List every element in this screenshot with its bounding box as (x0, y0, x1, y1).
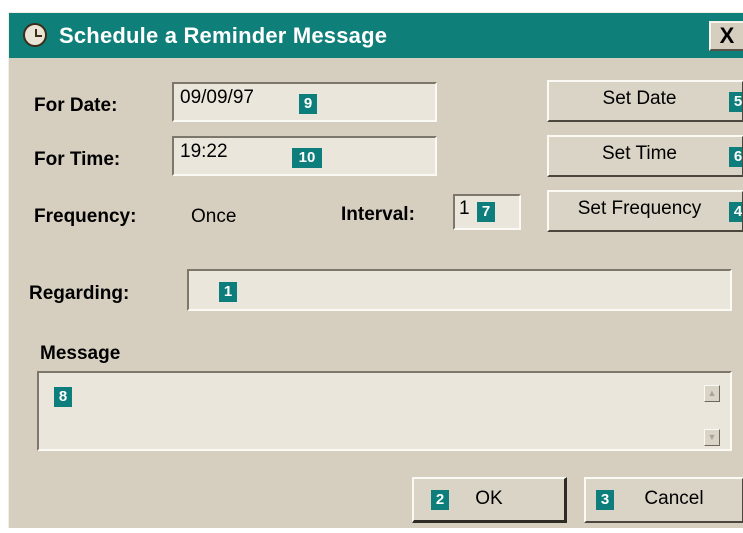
for-time-tag: 10 (292, 148, 322, 168)
regarding-label: Regarding: (29, 283, 130, 304)
dialog-title: Schedule a Reminder Message (59, 23, 388, 48)
interval-field[interactable]: 1 7 (453, 194, 521, 230)
message-tag: 8 (54, 387, 72, 407)
ok-label: OK (475, 488, 503, 509)
set-frequency-button[interactable]: Set Frequency 4 (547, 190, 743, 232)
regarding-tag: 1 (219, 282, 237, 302)
title-bar[interactable]: Schedule a Reminder Message X (9, 13, 743, 58)
cancel-label: Cancel (644, 488, 704, 509)
for-time-field[interactable]: 19:22 10 (172, 136, 437, 176)
cancel-button[interactable]: 3 Cancel (584, 477, 743, 523)
set-time-tag: 6 (729, 147, 742, 167)
cancel-tag: 3 (596, 490, 614, 510)
set-frequency-tag: 4 (729, 202, 742, 222)
reminder-dialog: Schedule a Reminder Message X For Date: … (8, 12, 743, 528)
set-time-label: Set Time (602, 143, 677, 164)
close-icon: X (719, 23, 735, 48)
set-frequency-label: Set Frequency (577, 198, 702, 219)
message-textarea[interactable]: 8 ▲ ▼ (37, 371, 732, 451)
scroll-up-icon[interactable]: ▲ (704, 385, 720, 402)
regarding-field[interactable]: 1 (187, 269, 732, 311)
interval-label: Interval: (341, 204, 415, 225)
set-date-tag: 5 (729, 92, 742, 112)
set-date-button[interactable]: Set Date 5 (547, 80, 743, 122)
interval-value: 1 (459, 198, 470, 219)
frequency-value: Once (191, 206, 237, 227)
frequency-label: Frequency: (34, 206, 137, 227)
alarm-clock-icon (23, 23, 47, 47)
ok-button[interactable]: 2 OK (412, 477, 567, 523)
for-date-value: 09/09/97 (180, 87, 254, 108)
message-label: Message (40, 343, 121, 364)
for-date-tag: 9 (299, 94, 317, 114)
interval-tag: 7 (477, 202, 495, 222)
scroll-down-icon[interactable]: ▼ (704, 429, 720, 446)
for-time-value: 19:22 (180, 141, 228, 162)
for-time-label: For Time: (34, 149, 121, 170)
close-button[interactable]: X (709, 21, 743, 51)
ok-tag: 2 (431, 490, 449, 510)
set-time-button[interactable]: Set Time 6 (547, 135, 743, 177)
for-date-field[interactable]: 09/09/97 9 (172, 82, 437, 122)
for-date-label: For Date: (34, 95, 118, 116)
set-date-label: Set Date (602, 88, 677, 109)
